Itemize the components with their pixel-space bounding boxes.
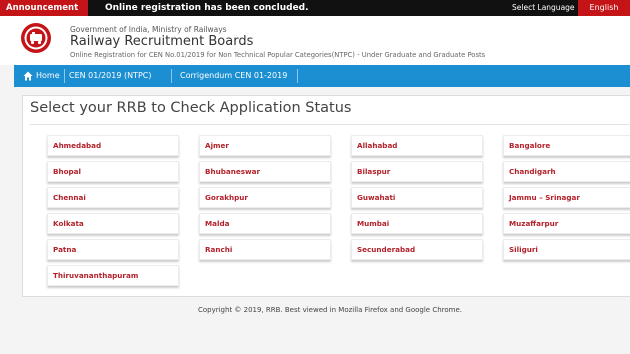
nav-separator: [171, 69, 172, 83]
rrb-card[interactable]: Malda: [199, 213, 331, 234]
rrb-link[interactable]: Guwahati: [357, 188, 395, 208]
site-subtitle: Online Registration for CEN No.01/2019 f…: [70, 51, 486, 59]
rrb-card[interactable]: Gorakhpur: [199, 187, 331, 208]
rrb-link[interactable]: Bangalore: [509, 136, 550, 156]
language-selector[interactable]: English: [578, 0, 630, 16]
site-header: Government of India, Ministry of Railway…: [0, 16, 630, 65]
site-title: Railway Recruitment Boards: [70, 34, 254, 49]
rrb-link[interactable]: Bhopal: [53, 162, 81, 182]
nav-home[interactable]: Home: [36, 65, 60, 87]
rrb-link[interactable]: Bilaspur: [357, 162, 390, 182]
rrb-link[interactable]: Malda: [205, 214, 229, 234]
rrb-card[interactable]: Bhubaneswar: [199, 161, 331, 182]
rrb-link[interactable]: Gorakhpur: [205, 188, 248, 208]
announcement-label: Announcement: [0, 0, 88, 16]
home-icon: [23, 71, 33, 81]
rrb-card[interactable]: Ahmedabad: [47, 135, 179, 156]
rrb-link[interactable]: Kolkata: [53, 214, 84, 234]
rrb-card[interactable]: Ranchi: [199, 239, 331, 260]
rrb-card[interactable]: Mumbai: [351, 213, 483, 234]
rrb-card[interactable]: Bilaspur: [351, 161, 483, 182]
rrb-card[interactable]: Kolkata: [47, 213, 179, 234]
rrb-link[interactable]: Ranchi: [205, 240, 232, 260]
rrb-card[interactable]: Bhopal: [47, 161, 179, 182]
rrb-card[interactable]: Siliguri: [503, 239, 630, 260]
rrb-card[interactable]: Ajmer: [199, 135, 331, 156]
title-divider: [30, 124, 630, 125]
rrb-link[interactable]: Secunderabad: [357, 240, 415, 260]
nav-cen-ntpc[interactable]: CEN 01/2019 (NTPC): [69, 65, 151, 87]
railway-logo-icon: [21, 23, 51, 53]
rrb-card[interactable]: Guwahati: [351, 187, 483, 208]
rrb-link[interactable]: Muzaffarpur: [509, 214, 558, 234]
rrb-link[interactable]: Patna: [53, 240, 76, 260]
rrb-link[interactable]: Chennai: [53, 188, 86, 208]
rrb-card[interactable]: Chandigarh: [503, 161, 630, 182]
rrb-link[interactable]: Mumbai: [357, 214, 389, 234]
rrb-card[interactable]: Jammu – Srinagar: [503, 187, 630, 208]
rrb-card[interactable]: Bangalore: [503, 135, 630, 156]
select-language-label: Select Language: [512, 3, 575, 12]
rrb-card[interactable]: Allahabad: [351, 135, 483, 156]
rrb-link[interactable]: Ahmedabad: [53, 136, 101, 156]
nav-separator: [64, 69, 65, 83]
footer-copyright: Copyright © 2019, RRB. Best viewed in Mo…: [197, 306, 463, 314]
rrb-link[interactable]: Siliguri: [509, 240, 538, 260]
rrb-card[interactable]: Thiruvananthapuram: [47, 265, 179, 286]
rrb-card[interactable]: Muzaffarpur: [503, 213, 630, 234]
announcement-message: Online registration has been concluded.: [105, 3, 309, 13]
rrb-card[interactable]: Patna: [47, 239, 179, 260]
rrb-link[interactable]: Bhubaneswar: [205, 162, 260, 182]
rrb-link[interactable]: Jammu – Srinagar: [509, 188, 580, 208]
rrb-link[interactable]: Chandigarh: [509, 162, 556, 182]
main-nav: Home CEN 01/2019 (NTPC) Corrigendum CEN …: [14, 65, 630, 87]
rrb-card[interactable]: Secunderabad: [351, 239, 483, 260]
page-title: Select your RRB to Check Application Sta…: [30, 100, 352, 116]
rrb-link[interactable]: Allahabad: [357, 136, 397, 156]
announcement-bar: Announcement Online registration has bee…: [0, 0, 630, 16]
rrb-card[interactable]: Chennai: [47, 187, 179, 208]
nav-separator: [297, 69, 298, 83]
rrb-link[interactable]: Thiruvananthapuram: [53, 266, 138, 286]
gov-line: Government of India, Ministry of Railway…: [70, 25, 227, 34]
nav-corrigendum[interactable]: Corrigendum CEN 01-2019: [180, 65, 287, 87]
rrb-link[interactable]: Ajmer: [205, 136, 229, 156]
